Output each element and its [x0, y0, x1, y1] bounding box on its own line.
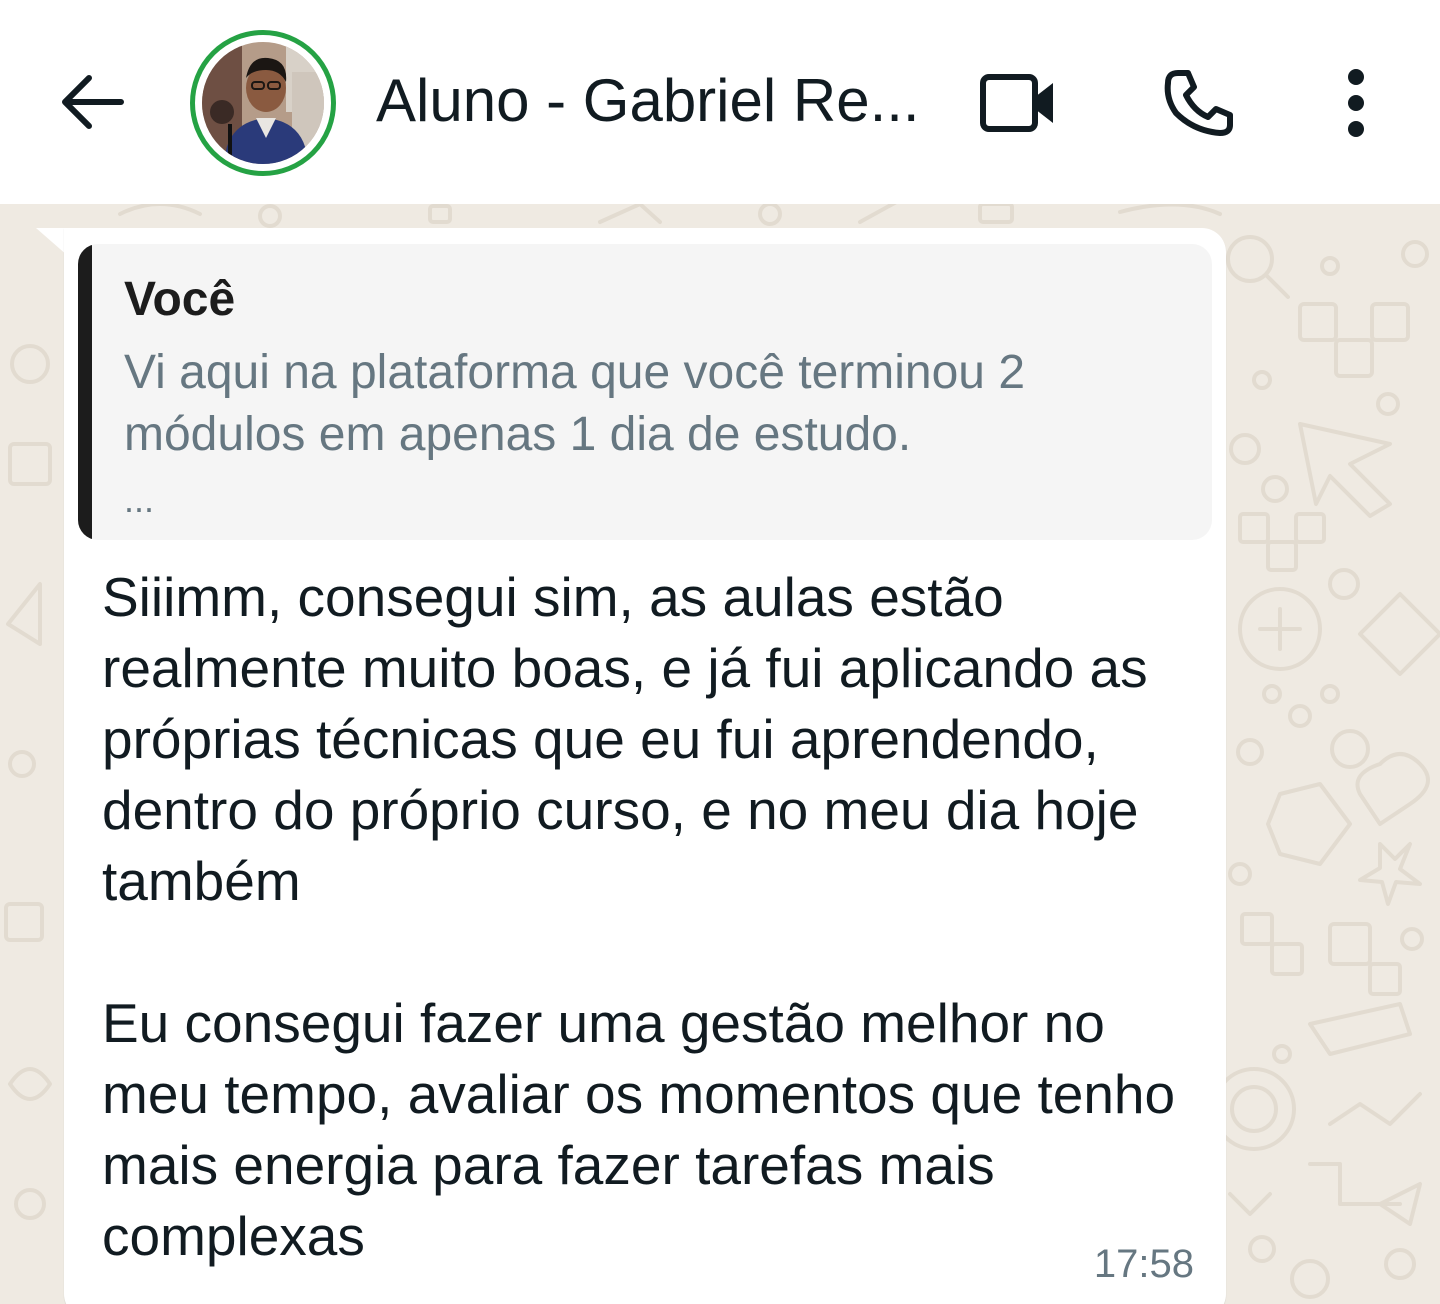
- more-vertical-icon: [1348, 69, 1364, 137]
- quoted-more: ...: [124, 479, 155, 520]
- video-camera-icon: [980, 74, 1053, 132]
- contact-avatar[interactable]: [190, 30, 336, 176]
- contact-name[interactable]: Aluno - Gabriel Re...: [376, 64, 936, 138]
- quoted-message[interactable]: Você Vi aqui na plataforma que você term…: [78, 244, 1212, 540]
- video-call-button[interactable]: [968, 56, 1068, 150]
- message-text: Siiimm, consegui sim, as aulas estão rea…: [102, 566, 1176, 1267]
- back-button[interactable]: [46, 58, 138, 146]
- chat-header: Aluno - Gabriel Re...: [0, 0, 1440, 204]
- avatar: [202, 42, 324, 164]
- chat-area[interactable]: Você Vi aqui na plataforma que você term…: [0, 204, 1440, 1304]
- phone-icon: [1164, 70, 1233, 136]
- quoted-text: Vi aqui na plataforma que você terminou …: [124, 346, 1026, 461]
- incoming-message-bubble[interactable]: Você Vi aqui na plataforma que você term…: [64, 228, 1226, 1304]
- voice-call-button[interactable]: [1150, 56, 1246, 150]
- more-options-button[interactable]: [1320, 56, 1392, 150]
- arrow-left-icon: [62, 75, 124, 129]
- quote-bar: [78, 244, 92, 540]
- quoted-author: Você: [124, 273, 236, 326]
- message-timestamp: 17:58: [1093, 1242, 1194, 1286]
